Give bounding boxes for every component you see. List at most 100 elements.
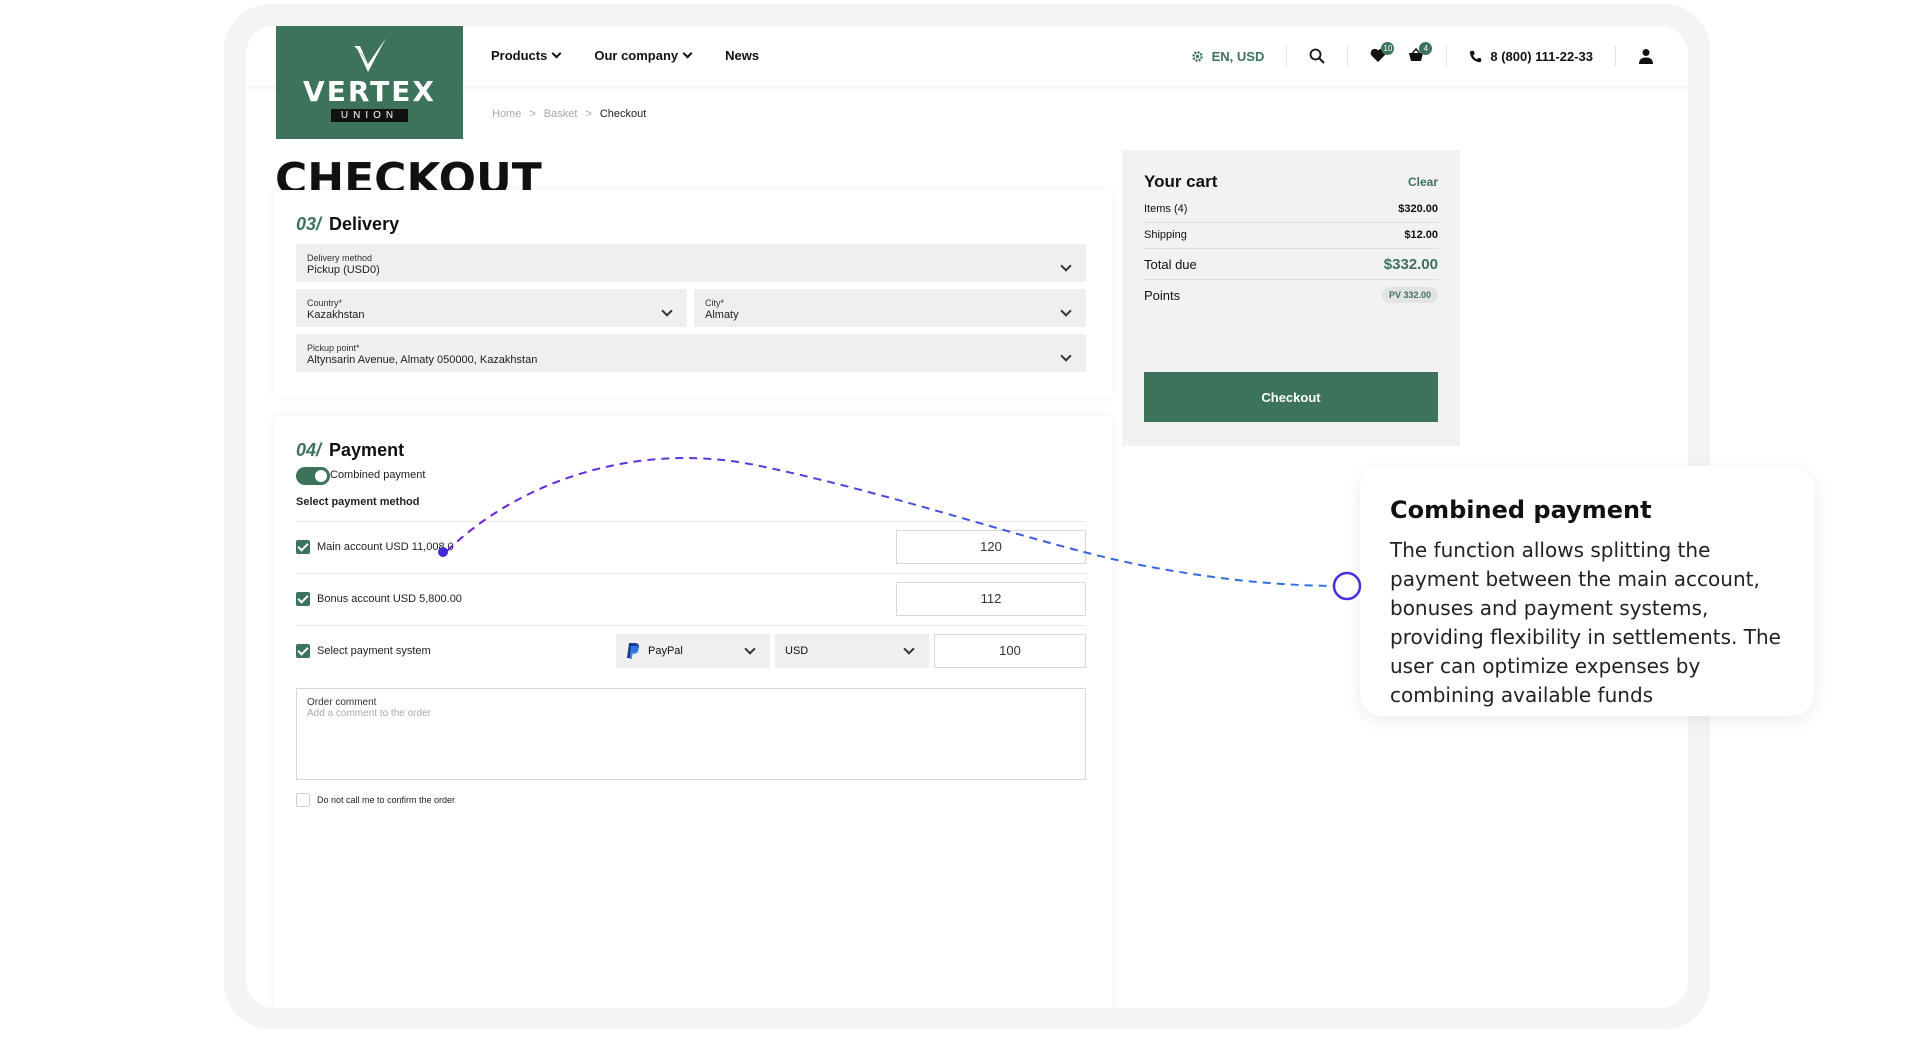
breadcrumb-home[interactable]: Home bbox=[492, 108, 521, 120]
main-account-label: Main account USD 11,008.0 bbox=[317, 541, 454, 553]
pickup-point-value: Altynsarin Avenue, Almaty 050000, Kazakh… bbox=[307, 354, 538, 366]
nav-company-label: Our company bbox=[594, 48, 679, 63]
pickup-point-select[interactable]: Pickup point* Altynsarin Avenue, Almaty … bbox=[296, 334, 1086, 372]
cart-items-label: Items (4) bbox=[1144, 203, 1188, 215]
main-account-checkbox[interactable] bbox=[296, 540, 310, 554]
divider bbox=[1286, 46, 1288, 66]
divider bbox=[296, 573, 1086, 574]
chevron-down-icon bbox=[551, 48, 562, 59]
paypal-icon bbox=[627, 643, 639, 659]
basket-count-badge: 4 bbox=[1419, 41, 1433, 55]
cart-total-label: Total due bbox=[1144, 257, 1197, 272]
basket-button[interactable]: 4 bbox=[1408, 41, 1433, 65]
payment-system-value: PayPal bbox=[648, 645, 683, 657]
wishlist-count-badge: 10 bbox=[1381, 41, 1395, 55]
main-account-amount-input[interactable]: 120 bbox=[896, 530, 1086, 564]
breadcrumb-separator: > bbox=[585, 108, 592, 120]
logo-v-mark bbox=[353, 38, 386, 72]
no-call-label: Do not call me to confirm the order bbox=[317, 795, 456, 805]
cart-clear-button[interactable]: Clear bbox=[1408, 175, 1438, 189]
bonus-account-checkbox[interactable] bbox=[296, 592, 310, 606]
header-actions: EN, USD 10 4 8 (800) 111-22-33 bbox=[1191, 41, 1654, 68]
cart-points-badge: PV 332.00 bbox=[1381, 287, 1438, 303]
payment-system-amount-input[interactable]: 100 bbox=[934, 634, 1086, 668]
chevron-down-icon bbox=[903, 643, 915, 655]
order-comment-field[interactable]: Order comment Add a comment to the order bbox=[296, 688, 1086, 780]
chevron-down-icon bbox=[682, 48, 693, 59]
cart-items-value: $320.00 bbox=[1398, 203, 1438, 215]
currency-value: USD bbox=[785, 645, 809, 657]
country-select[interactable]: Country* Kazakhstan bbox=[296, 289, 687, 327]
order-comment-placeholder: Add a comment to the order bbox=[307, 708, 431, 719]
breadcrumb-current: Checkout bbox=[599, 108, 647, 120]
currency-select[interactable]: USD bbox=[775, 634, 929, 668]
user-icon[interactable] bbox=[1638, 48, 1654, 64]
phone-icon bbox=[1470, 50, 1482, 62]
combined-payment-callout: Combined payment The function allows spl… bbox=[1360, 466, 1814, 716]
locale-selector[interactable]: EN, USD bbox=[1191, 48, 1265, 64]
divider bbox=[1144, 248, 1438, 249]
checkout-button[interactable]: Checkout bbox=[1144, 372, 1438, 422]
payment-system-select[interactable]: PayPal bbox=[616, 634, 770, 668]
city-select[interactable]: City* Almaty bbox=[694, 289, 1086, 327]
cart-total-value: $332.00 bbox=[1383, 256, 1438, 273]
cart-items-row: Items (4) $320.00 bbox=[1144, 203, 1438, 215]
payment-step-number: 04/ bbox=[296, 440, 322, 460]
payment-system-checkbox[interactable] bbox=[296, 644, 310, 658]
cart-points-row: Points PV 332.00 bbox=[1144, 287, 1438, 303]
country-label: Country* bbox=[307, 298, 343, 308]
divider bbox=[1347, 46, 1349, 66]
cart-title: Your cart bbox=[1144, 172, 1218, 191]
breadcrumb-basket[interactable]: Basket bbox=[544, 108, 578, 120]
callout-title: Combined payment bbox=[1390, 496, 1652, 524]
divider bbox=[1144, 222, 1438, 223]
site-logo[interactable]: VERTEX UNION bbox=[276, 26, 463, 139]
gear-icon bbox=[1191, 50, 1203, 62]
pickup-point-label: Pickup point* bbox=[307, 343, 360, 353]
divider bbox=[296, 625, 1086, 626]
bonus-account-amount-input[interactable]: 112 bbox=[896, 582, 1086, 616]
nav-our-company[interactable]: Our company bbox=[594, 48, 693, 63]
main-nav: Products Our company News bbox=[491, 48, 759, 63]
breadcrumb: Home > Basket > Checkout bbox=[492, 108, 646, 120]
delivery-step-number: 03/ bbox=[296, 214, 322, 234]
bonus-account-label: Bonus account USD 5,800.00 bbox=[317, 593, 462, 605]
order-comment-label: Order comment bbox=[307, 697, 377, 708]
wishlist-button[interactable]: 10 bbox=[1370, 41, 1395, 65]
payment-system-label: Select payment system bbox=[317, 645, 431, 657]
logo-wordmark: VERTEX bbox=[303, 75, 436, 108]
search-icon[interactable] bbox=[1309, 48, 1326, 64]
nav-products-label: Products bbox=[491, 48, 548, 63]
delivery-title: Delivery bbox=[329, 214, 400, 234]
payment-section: 04/ Payment Combined payment Select paym… bbox=[274, 416, 1112, 1008]
divider bbox=[296, 521, 1086, 522]
city-value: Almaty bbox=[705, 309, 739, 321]
locale-label: EN, USD bbox=[1211, 48, 1265, 64]
nav-news[interactable]: News bbox=[725, 48, 759, 63]
phone-link[interactable]: 8 (800) 111-22-33 bbox=[1469, 49, 1593, 64]
cart-total-row: Total due $332.00 bbox=[1144, 256, 1438, 273]
delivery-method-select[interactable]: Delivery method Pickup (USD0) bbox=[296, 244, 1086, 282]
breadcrumb-separator: > bbox=[529, 108, 536, 120]
divider bbox=[1446, 46, 1448, 66]
cart-shipping-label: Shipping bbox=[1144, 229, 1187, 241]
delivery-method-label: Delivery method bbox=[307, 253, 373, 263]
combined-payment-toggle[interactable] bbox=[296, 467, 330, 485]
callout-text: The function allows splitting the paymen… bbox=[1390, 538, 1781, 707]
chevron-down-icon bbox=[744, 643, 756, 655]
delivery-method-value: Pickup (USD0) bbox=[307, 264, 380, 276]
no-call-checkbox[interactable] bbox=[296, 793, 310, 807]
city-label: City* bbox=[705, 298, 725, 308]
payment-title: Payment bbox=[329, 440, 405, 460]
select-method-label: Select payment method bbox=[296, 496, 420, 508]
nav-news-label: News bbox=[725, 48, 760, 63]
cart-summary: Your cart Clear Items (4) $320.00 Shippi… bbox=[1122, 150, 1460, 446]
logo-subtitle: UNION bbox=[330, 109, 409, 122]
delivery-heading: 03/ Delivery bbox=[296, 214, 399, 235]
payment-heading: 04/ Payment bbox=[296, 440, 404, 461]
cart-shipping-row: Shipping $12.00 bbox=[1144, 229, 1438, 241]
phone-number: 8 (800) 111-22-33 bbox=[1490, 48, 1593, 64]
divider bbox=[1615, 46, 1616, 66]
nav-products[interactable]: Products bbox=[491, 48, 562, 63]
cart-shipping-value: $12.00 bbox=[1404, 229, 1438, 241]
